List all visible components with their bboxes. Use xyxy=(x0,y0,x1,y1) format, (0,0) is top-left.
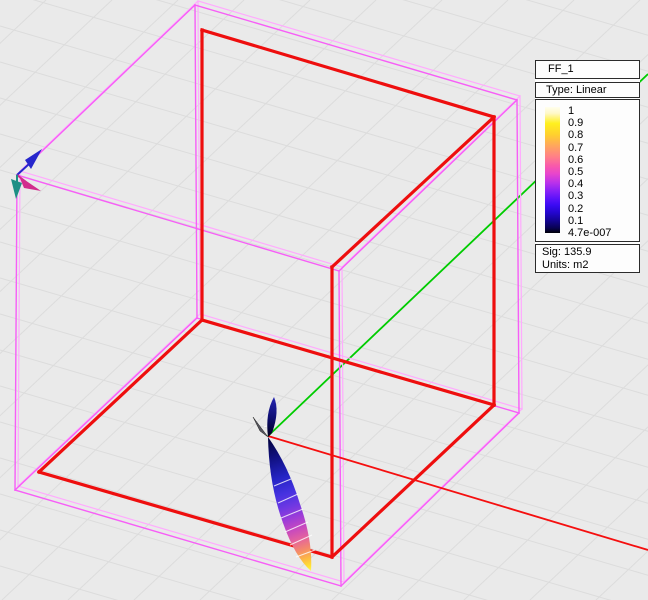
legend-stats-section: Sig: 135.9 Units: m2 xyxy=(535,244,640,273)
colorbar-tick: 0.5 xyxy=(568,166,583,178)
pec-box-wireframe xyxy=(39,30,494,557)
farfield-pattern-main-lobe xyxy=(268,437,311,571)
farfield-legend-panel: FF_1 Type: Linear 10.90.80.70.60.50.40.3… xyxy=(535,60,640,273)
colorbar-tick: 0.3 xyxy=(568,190,583,202)
colorbar-tick: 4.7e-007 xyxy=(568,227,611,239)
workplane-triad xyxy=(11,149,42,199)
colorbar-tick: 0.4 xyxy=(568,178,583,190)
colorbar-tick: 1 xyxy=(568,105,574,117)
colorbar-gradient xyxy=(545,107,560,233)
farfield-request-box-light xyxy=(18,1,522,582)
legend-type-label: Type: Linear xyxy=(535,82,640,98)
colorbar-tick: 0.7 xyxy=(568,142,583,154)
colorbar-tick: 0.2 xyxy=(568,203,583,215)
legend-sig-value: Sig: 135.9 xyxy=(542,246,639,259)
colorbar-tick: 0.9 xyxy=(568,117,583,129)
legend-title: FF_1 xyxy=(535,60,640,79)
triad-arrow-blue xyxy=(17,149,42,175)
colorbar-tick: 0.6 xyxy=(568,154,583,166)
postfeko-3d-view: FF_1 Type: Linear 10.90.80.70.60.50.40.3… xyxy=(0,0,648,600)
legend-units-value: Units: m2 xyxy=(542,259,639,272)
farfield-request-box xyxy=(15,5,519,586)
legend-colorbar-section: 10.90.80.70.60.50.40.30.20.14.7e-007 xyxy=(535,99,640,242)
x-axis-line xyxy=(268,436,648,550)
farfield-pattern-minor-lobe xyxy=(267,397,276,437)
colorbar-tick: 0.8 xyxy=(568,129,583,141)
colorbar-tick: 0.1 xyxy=(568,215,583,227)
dipole-antenna xyxy=(253,417,268,437)
